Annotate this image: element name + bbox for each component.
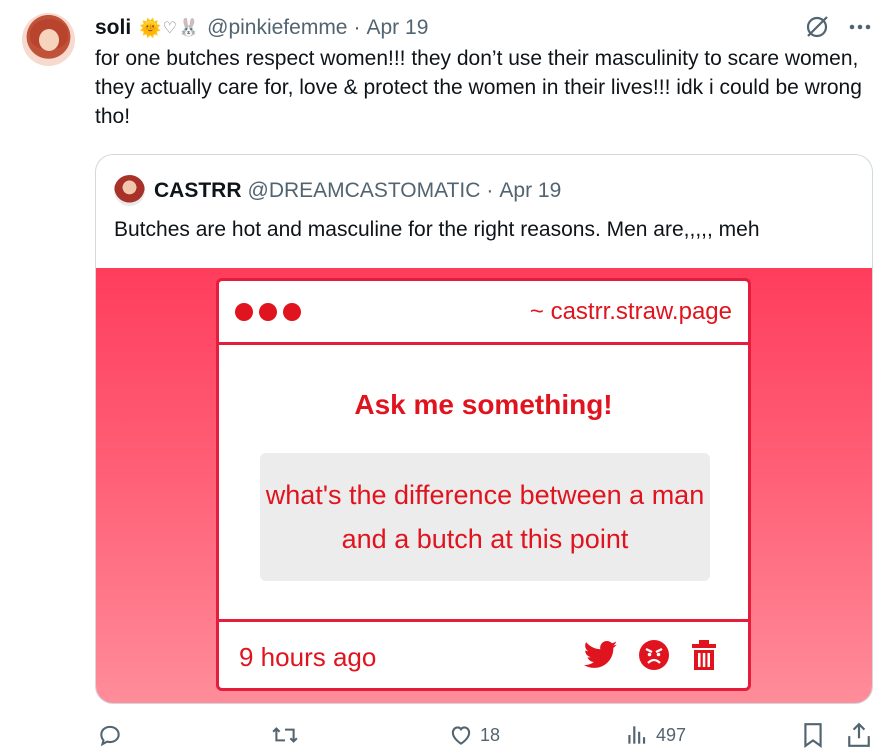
- window-dots: [235, 303, 301, 321]
- quote-text: Butches are hot and masculine for the ri…: [114, 218, 760, 241]
- retweet-button[interactable]: [271, 722, 305, 748]
- tweet[interactable]: soli 🌞 ♡ 🐰 @pinkiefemme · Apr 19 for one…: [0, 0, 894, 755]
- twitter-bird-icon: [583, 641, 618, 674]
- tweet-text: for one butches respect women!!! they do…: [95, 47, 862, 128]
- ask-card: ~ castrr.straw.page Ask me something! wh…: [216, 278, 751, 691]
- card-time: 9 hours ago: [239, 642, 377, 672]
- card-url: ~ castrr.straw.page: [529, 298, 732, 325]
- quote-author-handle: @DREAMCASTOMATIC: [247, 178, 481, 202]
- quote-author-avatar: [114, 175, 145, 206]
- ask-heading: Ask me something!: [354, 389, 613, 420]
- top-actions: [804, 14, 872, 40]
- tweet-header: soli 🌞 ♡ 🐰 @pinkiefemme · Apr 19: [95, 14, 428, 42]
- avatar-face: [39, 29, 59, 51]
- reply-button[interactable]: [97, 722, 129, 748]
- question-box: what's the difference between a man and …: [260, 453, 710, 581]
- quote-header-separator: ·: [486, 178, 494, 202]
- quote-author-name: CASTRR: [154, 178, 242, 202]
- window-dot: [259, 303, 277, 321]
- share-button[interactable]: [847, 722, 871, 748]
- window-dot: [283, 303, 301, 321]
- question-text: what's the difference between a man and …: [265, 480, 705, 554]
- like-button[interactable]: 18: [448, 722, 500, 748]
- like-count: 18: [480, 724, 501, 745]
- quoted-tweet[interactable]: CASTRR @DREAMCASTOMATIC · Apr 19 Butches…: [95, 154, 873, 704]
- window-dot: [235, 303, 253, 321]
- tweet-date[interactable]: Apr 19: [367, 16, 429, 40]
- card-bottom-bar: 9 hours ago: [219, 619, 748, 688]
- header-separator: ·: [353, 16, 361, 39]
- views-count: 497: [656, 724, 687, 745]
- quote-header: CASTRR @DREAMCASTOMATIC · Apr 19: [114, 175, 561, 206]
- action-bar: 18 497: [95, 722, 875, 752]
- author-avatar[interactable]: [22, 13, 75, 66]
- sun-emoji: 🌞: [139, 17, 162, 38]
- quote-image[interactable]: ~ castrr.straw.page Ask me something! wh…: [96, 268, 872, 703]
- rabbit-emoji: 🐰: [177, 18, 200, 37]
- heart-emoji: ♡: [162, 20, 177, 37]
- more-icon[interactable]: [848, 23, 872, 31]
- bookmark-button[interactable]: [801, 722, 825, 748]
- angry-face-icon: [638, 639, 670, 676]
- views-button[interactable]: 497: [624, 722, 686, 748]
- trash-icon: [690, 639, 718, 676]
- author-handle[interactable]: @pinkiefemme: [207, 16, 347, 40]
- card-icons: [583, 639, 718, 676]
- quote-date: Apr 19: [499, 178, 562, 202]
- author-name[interactable]: soli: [95, 16, 131, 40]
- card-top-bar: ~ castrr.straw.page: [219, 281, 748, 345]
- grok-icon[interactable]: [804, 14, 830, 40]
